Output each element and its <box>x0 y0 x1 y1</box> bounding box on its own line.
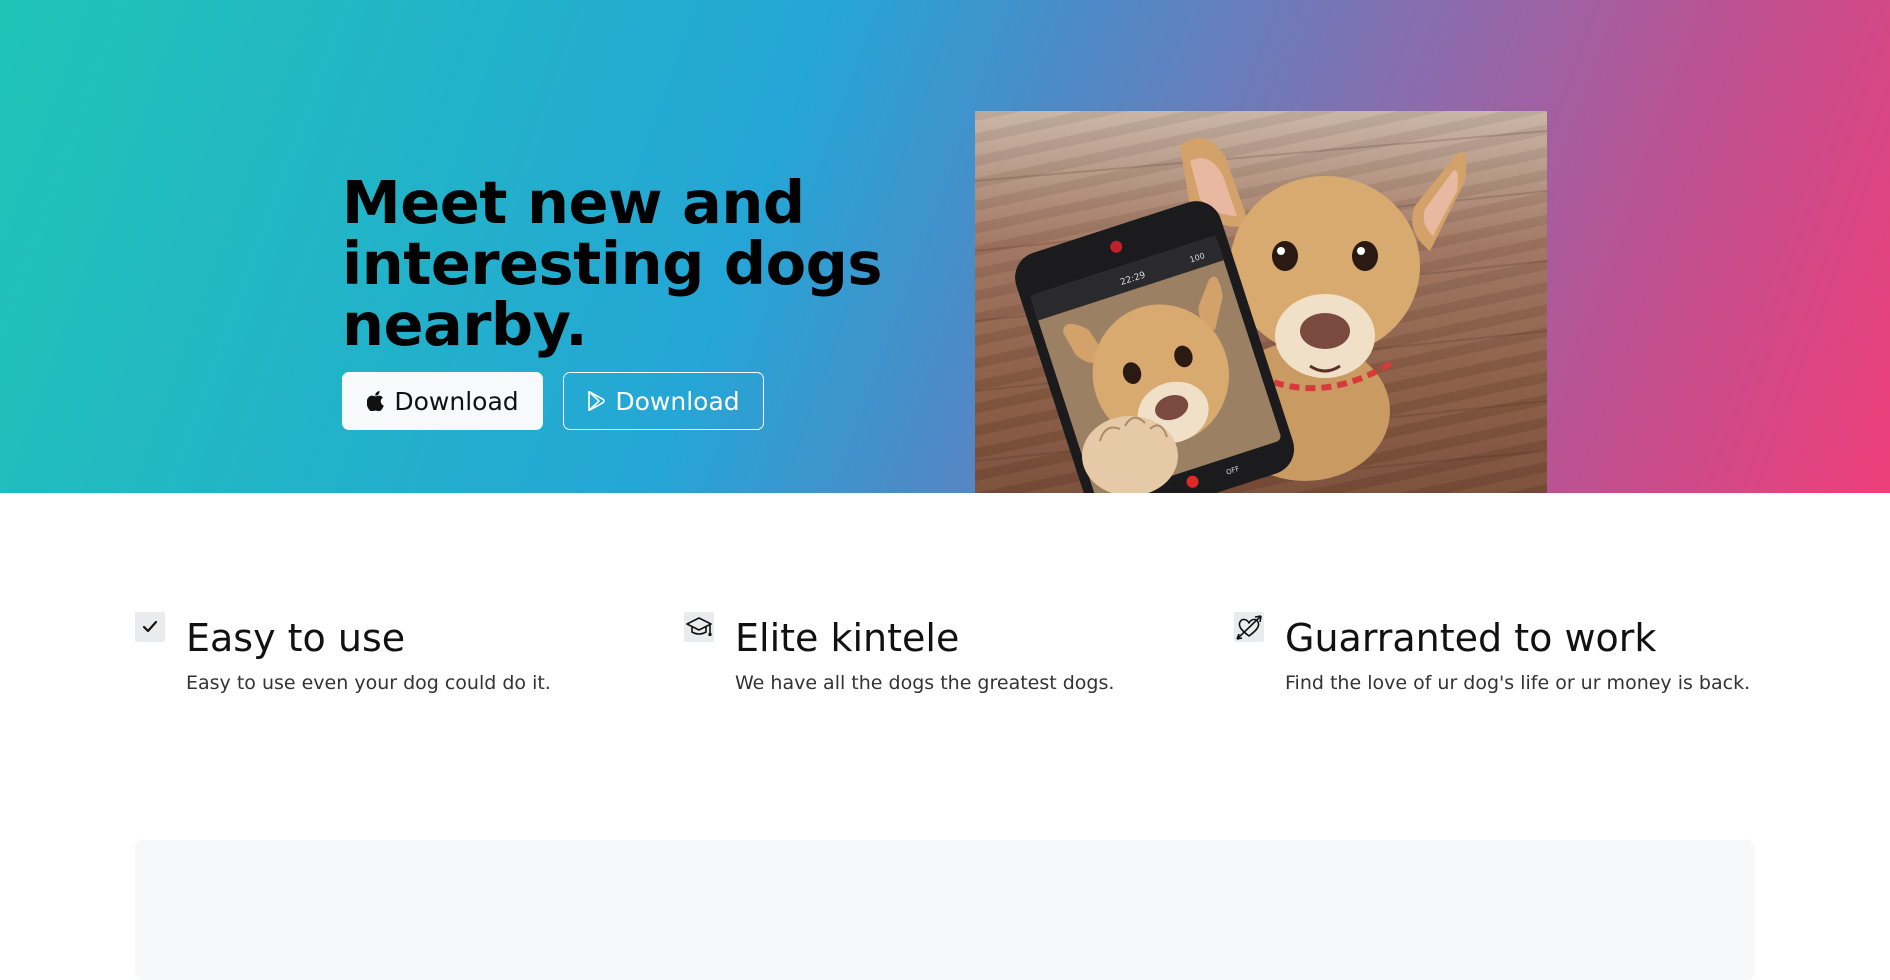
feature-title: Easy to use <box>186 616 406 660</box>
feature-description: Find the love of ur dog's life or ur mon… <box>1285 672 1751 694</box>
app-store-download-label: Download <box>394 386 519 416</box>
google-play-download-button[interactable]: Download <box>563 372 764 430</box>
dog-selfie-photo: 22:29 100 ON OFF <box>975 111 1547 493</box>
feature-title: Elite kintele <box>735 616 960 660</box>
heart-arrow-icon <box>1234 612 1264 642</box>
dog-selfie-illustration: 22:29 100 ON OFF <box>975 130 1547 493</box>
feature-description: We have all the dogs the greatest dogs. <box>735 672 1115 694</box>
check-icon <box>135 612 165 642</box>
hero-title: Meet new and interesting dogs nearby. <box>342 168 883 359</box>
features-section: Easy to use Easy to use even your dog co… <box>0 610 1890 710</box>
graduation-cap-icon <box>684 612 714 642</box>
feature-title: Guarranted to work <box>1285 616 1657 660</box>
content-panel <box>135 840 1755 980</box>
google-play-download-label: Download <box>615 386 740 416</box>
hero-section: Meet new and interesting dogs nearby. Do… <box>0 0 1890 493</box>
app-store-download-button[interactable]: Download <box>342 372 543 430</box>
google-play-icon <box>587 390 607 412</box>
apple-icon <box>366 390 386 412</box>
feature-description: Easy to use even your dog could do it. <box>186 672 551 694</box>
